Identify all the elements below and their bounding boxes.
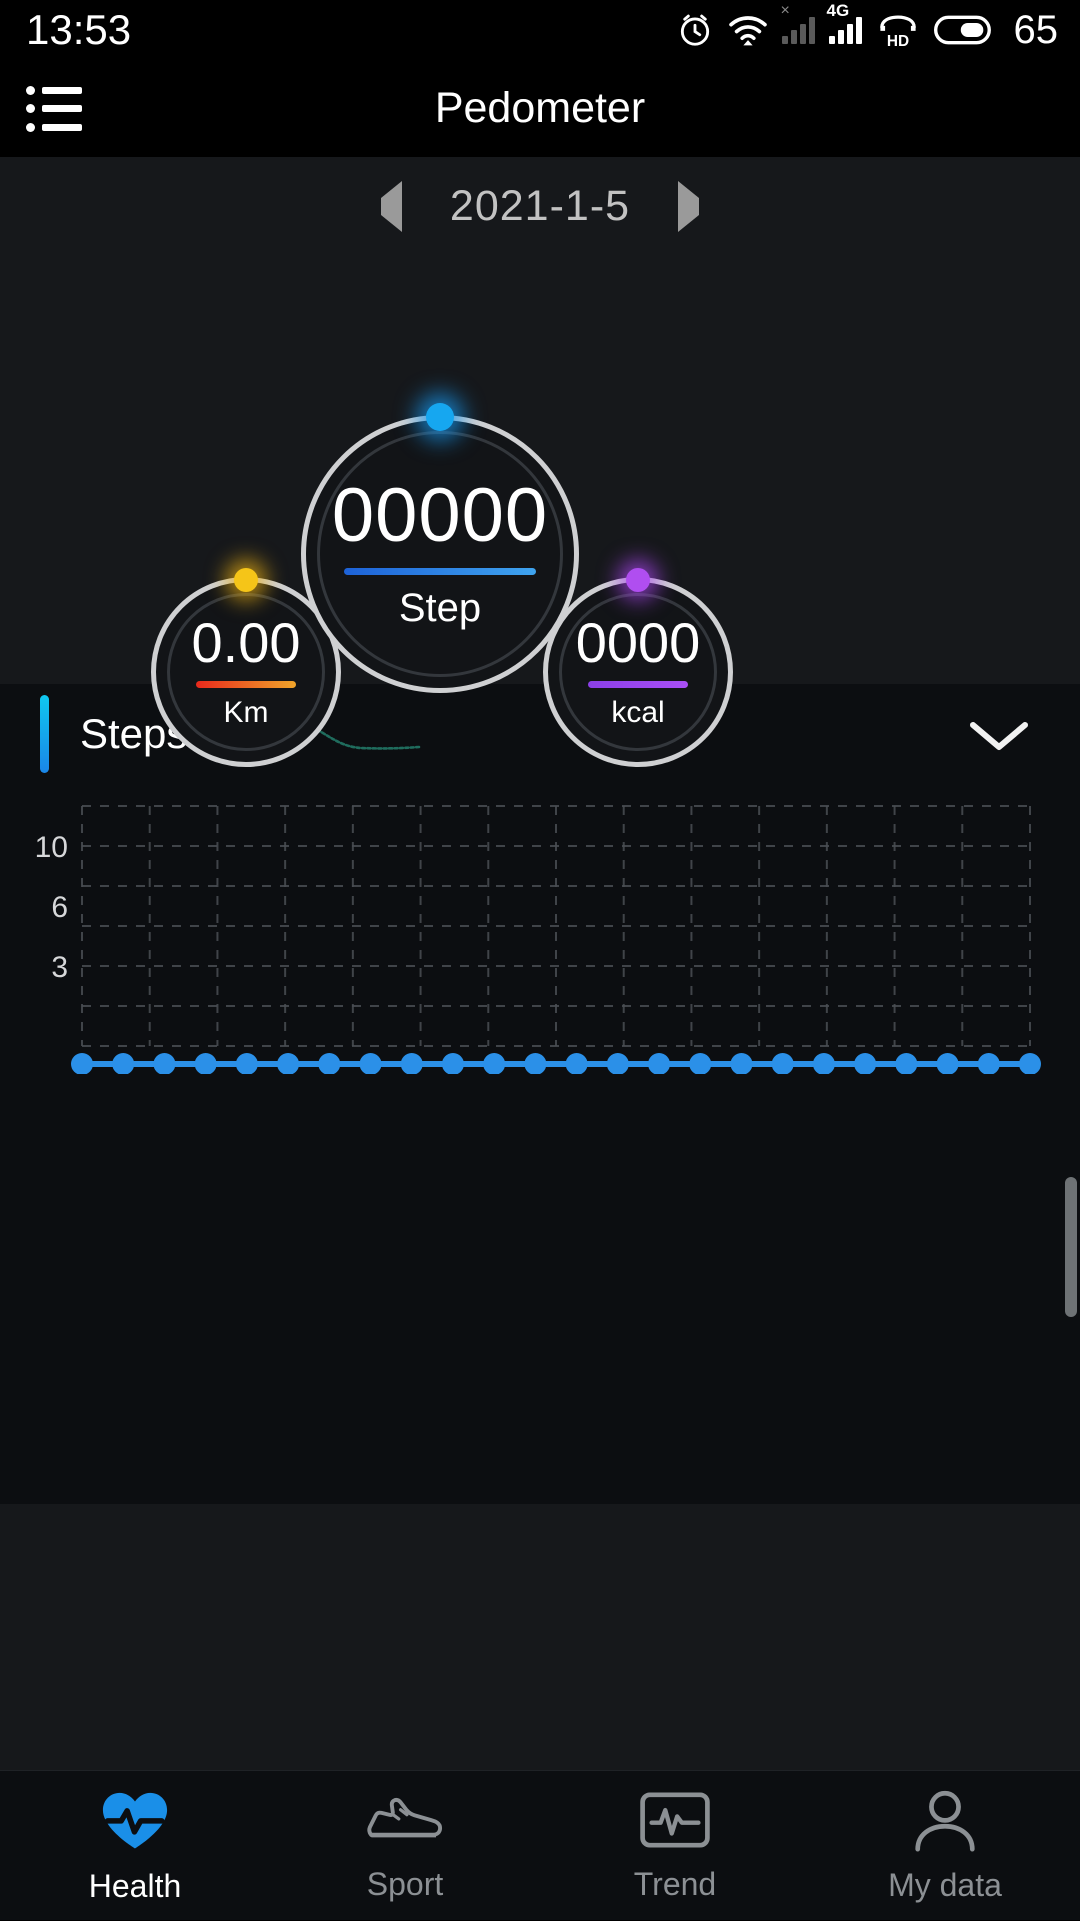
status-bar: 13:53 × 4G HD 65 [0, 0, 1080, 60]
calories-dial[interactable]: 0000 kcal [543, 568, 733, 767]
collapse-button[interactable] [963, 710, 1035, 763]
distance-underline [196, 680, 296, 688]
step-value: 00000 [331, 472, 549, 558]
distance-unit: Km [223, 695, 269, 729]
hd-voice-icon: HD [876, 12, 920, 48]
dials-panel: 2021-1-5 0.00 Km 0000 kcal 00000 Step [0, 157, 1080, 767]
progress-dot-icon [626, 568, 650, 592]
running-shoe-icon [366, 1789, 444, 1856]
svg-text:6: 6 [51, 891, 68, 924]
page-title: Pedometer [434, 84, 646, 132]
content-area: 2021-1-5 0.00 Km 0000 kcal 00000 Step St… [0, 157, 1080, 1920]
signal-disabled-mark: × [780, 2, 790, 19]
steps-card: Steps 10 6 3 [0, 684, 1080, 1504]
status-bar-icons: × 4G HD 65 [676, 2, 1059, 53]
menu-button[interactable] [0, 60, 110, 157]
alarm-clock-icon [676, 11, 714, 49]
nav-item-trend[interactable]: Trend [540, 1771, 810, 1921]
distance-value: 0.00 [191, 610, 301, 674]
calories-unit: kcal [611, 695, 665, 729]
bottom-navigation: Health Sport Trend My data [0, 1770, 1080, 1920]
battery-percent-label: 65 [1013, 7, 1059, 52]
steps-chart-svg: 10 6 3 [35, 805, 1041, 1074]
network-type-label: 4G [826, 1, 850, 20]
progress-dot-icon [234, 568, 258, 592]
date-prev-button[interactable] [375, 180, 408, 232]
progress-dot-icon [426, 403, 454, 431]
heart-pulse-icon [98, 1787, 172, 1858]
step-unit: Step [398, 585, 482, 630]
svg-text:3: 3 [51, 951, 68, 984]
pulse-chart-icon [639, 1789, 711, 1856]
calories-underline [588, 680, 688, 688]
step-underline [344, 567, 536, 575]
steps-accent-bar [40, 695, 49, 773]
user-profile-icon [911, 1788, 979, 1857]
nav-label-my-data: My data [888, 1866, 1002, 1903]
date-next-button[interactable] [672, 180, 705, 232]
nav-label-health: Health [88, 1867, 182, 1904]
vertical-scrollbar-thumb[interactable] [1065, 1177, 1077, 1317]
battery-icon [933, 13, 996, 47]
svg-text:10: 10 [35, 831, 68, 864]
nav-item-my-data[interactable]: My data [810, 1771, 1080, 1921]
step-dial[interactable]: 00000 Step [301, 403, 579, 693]
nav-item-sport[interactable]: Sport [270, 1771, 540, 1921]
status-bar-clock: 13:53 [26, 6, 132, 53]
svg-text:HD: HD [886, 33, 908, 48]
signal-bars-4g-icon: 4G [827, 2, 862, 44]
card-empty-space [0, 1074, 1080, 1504]
date-value: 2021-1-5 [449, 182, 631, 230]
app-bar: Pedometer [0, 60, 1080, 157]
nav-item-health[interactable]: Health [0, 1771, 270, 1921]
nav-label-trend: Trend [633, 1865, 717, 1902]
wifi-download-icon [728, 11, 768, 49]
chevron-down-icon [970, 722, 1028, 750]
nav-label-sport: Sport [366, 1865, 444, 1902]
triangle-left-icon [380, 180, 402, 232]
triangle-right-icon [678, 180, 700, 232]
date-selector: 2021-1-5 [0, 157, 1080, 232]
steps-chart[interactable]: 10 6 3 [0, 784, 1080, 1074]
calories-value: 0000 [575, 610, 701, 674]
signal-bars-disabled-icon: × [781, 3, 815, 44]
list-menu-icon [26, 85, 84, 132]
